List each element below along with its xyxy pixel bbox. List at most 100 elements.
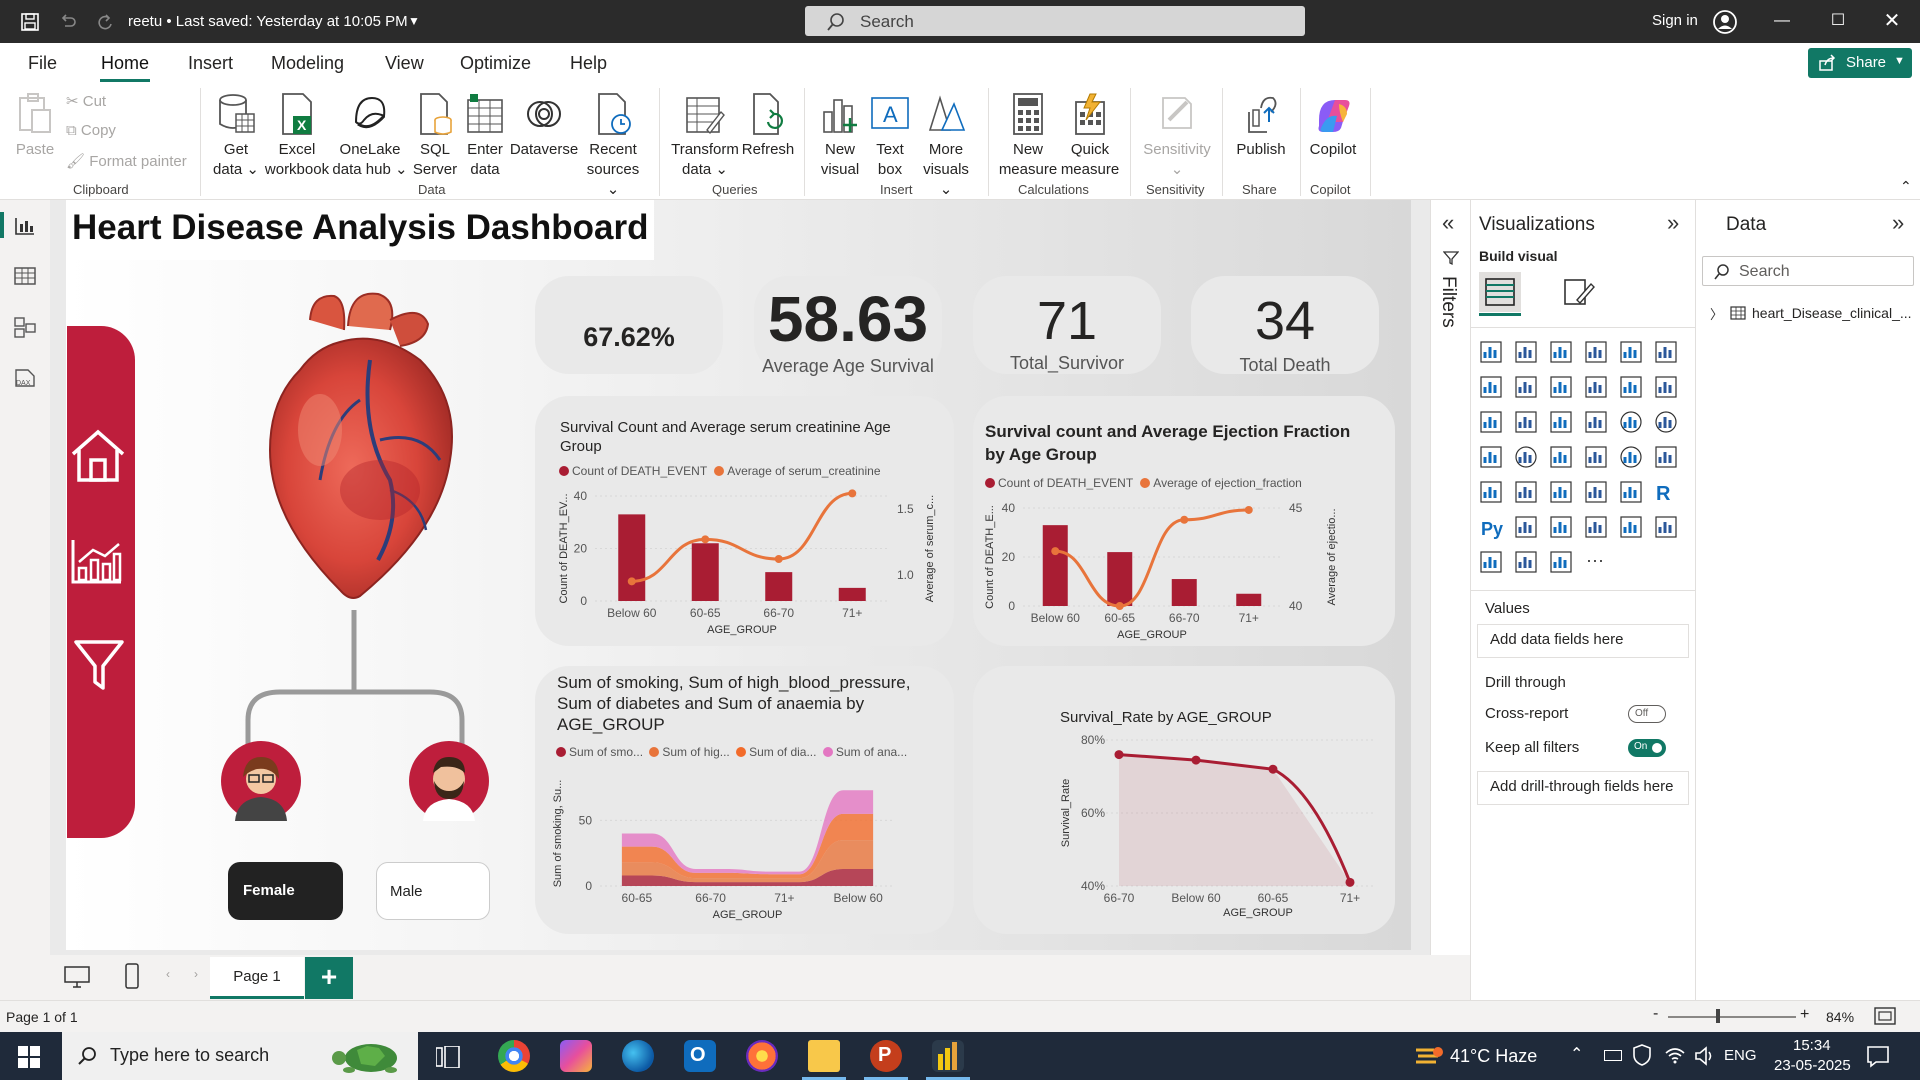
kpi-card-death[interactable]: 34 Total Death (1191, 276, 1379, 375)
build-visual-tab[interactable] (1479, 272, 1521, 312)
cross-report-toggle[interactable]: Off (1628, 705, 1666, 723)
refresh-button[interactable]: Refresh (740, 92, 796, 160)
format-visual-icon[interactable] (1563, 276, 1595, 308)
chevron-double-right-icon[interactable]: » (1892, 210, 1904, 236)
taskbar-search[interactable]: Type here to search (62, 1032, 418, 1080)
female-button[interactable]: Female (228, 862, 343, 920)
powerpoint-app-icon[interactable]: P (870, 1040, 902, 1072)
weather-text[interactable]: 41°C Haze (1450, 1046, 1537, 1067)
menu-modeling[interactable]: Modeling (271, 53, 344, 74)
excel-workbook-button[interactable]: X Excel workbook (262, 92, 332, 180)
windows-start-icon[interactable] (18, 1046, 40, 1068)
stacked-area-visual-icon[interactable] (1550, 376, 1572, 398)
zoom-out-button[interactable]: - (1653, 1005, 1658, 1023)
paste-button[interactable]: Paste (12, 92, 58, 160)
firefox-app-icon[interactable] (746, 1040, 778, 1072)
sensitivity-button[interactable]: Sensitivity ⌄ (1138, 92, 1216, 180)
document-title[interactable]: reetu • Last saved: Yesterday at 10:05 P… (128, 13, 408, 30)
home-icon[interactable] (69, 428, 127, 484)
report-view-icon[interactable] (14, 216, 36, 236)
publish-button[interactable]: Publish (1230, 92, 1292, 160)
chevron-down-icon[interactable]: ▼ (408, 14, 420, 28)
chevron-up-icon[interactable]: ⌃ (1570, 1044, 1583, 1064)
speaker-icon[interactable] (1694, 1046, 1716, 1066)
line-visual-icon[interactable] (1480, 376, 1502, 398)
save-icon[interactable] (20, 12, 40, 32)
card-new-visual-icon[interactable] (1515, 551, 1537, 573)
multi-row-card-visual-icon[interactable] (1480, 481, 1502, 503)
sql-server-button[interactable]: SQL Server (410, 92, 460, 180)
area-visual-icon[interactable] (1515, 376, 1537, 398)
more-visual-icon[interactable]: ··· (1586, 550, 1604, 570)
security-shield-icon[interactable] (1632, 1044, 1652, 1066)
treemap-visual-icon[interactable] (1480, 446, 1502, 468)
redo-icon[interactable] (95, 12, 115, 32)
bar-chart-icon[interactable] (71, 538, 123, 584)
clock-date[interactable]: 23-05-2025 (1774, 1057, 1851, 1074)
cut-button[interactable]: ✂ Cut (66, 92, 106, 110)
100-column-visual-icon[interactable] (1655, 341, 1677, 363)
close-button[interactable]: ✕ (1880, 9, 1904, 33)
wifi-icon[interactable] (1664, 1046, 1686, 1064)
gauge-visual-icon[interactable] (1620, 446, 1642, 468)
table-view-icon[interactable] (14, 266, 36, 286)
kpi-card-rate[interactable]: 67.62% (535, 276, 723, 374)
chart-card-ejection[interactable]: Survival count and Average Ejection Frac… (973, 396, 1395, 646)
menu-insert[interactable]: Insert (188, 53, 233, 74)
decomposition-tree-visual-icon[interactable] (1550, 516, 1572, 538)
maximize-button[interactable]: ☐ (1826, 9, 1850, 33)
copilot-button[interactable]: Copilot (1304, 92, 1362, 160)
text-box-button[interactable]: A Text box (866, 92, 914, 180)
chrome-app-icon[interactable] (498, 1040, 530, 1072)
map-visual-icon[interactable] (1515, 446, 1537, 468)
female-avatar[interactable] (221, 741, 301, 821)
table-visual-icon[interactable] (1585, 481, 1607, 503)
pie-visual-icon[interactable] (1620, 411, 1642, 433)
qa-visual-icon[interactable] (1585, 516, 1607, 538)
male-avatar[interactable] (409, 741, 489, 821)
slicer-new-visual-icon[interactable] (1550, 551, 1572, 573)
minimize-button[interactable]: — (1770, 9, 1794, 33)
menu-help[interactable]: Help (570, 53, 607, 74)
line-column-visual-icon[interactable] (1620, 376, 1642, 398)
new-visual-button[interactable]: New visual (812, 92, 868, 180)
task-view-icon[interactable] (436, 1046, 460, 1068)
chevron-double-right-icon[interactable]: » (1667, 210, 1679, 236)
kpi-card-survivor[interactable]: 71 Total_Survivor (973, 276, 1161, 374)
table-heart-disease[interactable]: 〉 heart_Disease_clinical_... (1710, 304, 1915, 326)
quick-measure-button[interactable]: Quick measure (1058, 92, 1122, 180)
transform-data-button[interactable]: Transform data ⌄ (668, 92, 742, 180)
next-page-icon[interactable]: › (194, 967, 198, 981)
title-search-box[interactable]: Search (805, 6, 1305, 36)
add-page-button[interactable]: + (305, 957, 353, 999)
dataverse-button[interactable]: Dataverse (508, 92, 580, 160)
desktop-layout-icon[interactable] (64, 965, 90, 989)
waterfall-visual-icon[interactable] (1515, 411, 1537, 433)
stacked-bar-visual-icon[interactable] (1480, 341, 1502, 363)
battery-icon[interactable] (1604, 1050, 1622, 1061)
kpi-card-average-age[interactable]: 58.63 Average Age Survival (754, 276, 942, 376)
filled-map-visual-icon[interactable] (1550, 446, 1572, 468)
smart-narrative-visual-icon[interactable] (1620, 516, 1642, 538)
donut-visual-icon[interactable] (1655, 411, 1677, 433)
menu-view[interactable]: View (385, 53, 424, 74)
clustered-bar-visual-icon[interactable] (1550, 341, 1572, 363)
card-visual-icon[interactable] (1655, 446, 1677, 468)
get-data-button[interactable]: Get data ⌄ (208, 92, 264, 180)
menu-home[interactable]: Home (101, 53, 149, 74)
scatter-visual-icon[interactable] (1585, 411, 1607, 433)
r-visual-visual-icon[interactable]: R (1656, 483, 1671, 505)
chart-card-creatinine[interactable]: Survival Count and Average serum creatin… (535, 396, 954, 646)
key-influencers-visual-icon[interactable] (1515, 516, 1537, 538)
menu-optimize[interactable]: Optimize (460, 53, 531, 74)
onelake-button[interactable]: OneLake data hub ⌄ (332, 92, 408, 180)
azure-map-visual-icon[interactable] (1585, 446, 1607, 468)
filters-pane-collapsed[interactable]: « Filters (1430, 200, 1470, 1010)
ribbon-visual-icon[interactable] (1480, 411, 1502, 433)
prev-page-icon[interactable]: ‹ (166, 967, 170, 981)
format-painter-button[interactable]: 🖌 Format painter (66, 152, 187, 170)
drill-through-well[interactable]: Add drill-through fields here (1477, 771, 1689, 805)
powerbi-app-icon[interactable] (932, 1040, 964, 1072)
data-search-input[interactable]: Search (1702, 256, 1914, 286)
copilot-app-icon[interactable] (560, 1040, 592, 1072)
